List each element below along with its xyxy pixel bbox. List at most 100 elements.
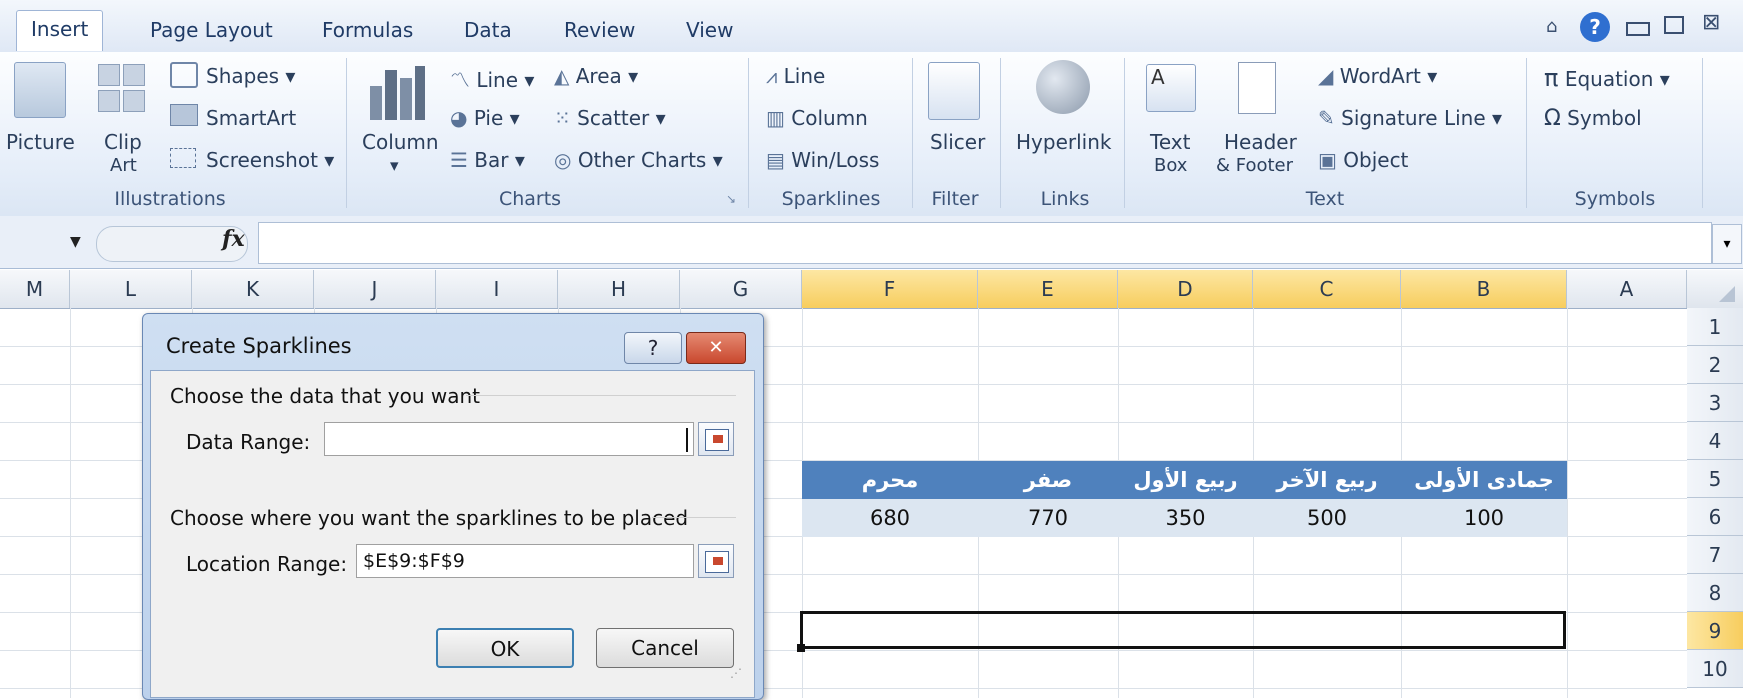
- data-range-input[interactable]: [324, 422, 694, 456]
- smartart-button[interactable]: SmartArt: [206, 106, 296, 130]
- wordart-button[interactable]: ◢ WordArt ▾: [1318, 64, 1437, 88]
- column-header-b[interactable]: B: [1401, 270, 1567, 308]
- column-header-i[interactable]: I: [436, 270, 558, 308]
- text-caret: [686, 428, 688, 452]
- cancel-button[interactable]: Cancel: [596, 628, 734, 668]
- dialog-launcher-icon[interactable]: ↘: [726, 192, 736, 206]
- header-footer-button[interactable]: Header: [1224, 130, 1297, 154]
- tab-view[interactable]: View: [672, 12, 747, 48]
- signature-line-button[interactable]: ✎ Signature Line ▾: [1318, 106, 1502, 130]
- section-location-heading: Choose where you want the sparklines to …: [170, 506, 689, 530]
- expand-formula-bar-icon[interactable]: ▾: [1712, 224, 1742, 264]
- row-header[interactable]: 1: [1687, 308, 1743, 346]
- minimize-ribbon-icon[interactable]: ⌂: [1546, 16, 1557, 37]
- column-header-g[interactable]: G: [680, 270, 802, 308]
- sparkline-line-button[interactable]: ⩘ Line: [766, 64, 825, 88]
- equation-button[interactable]: π Equation ▾: [1544, 64, 1670, 92]
- scatter-chart-button[interactable]: ⁙ Scatter ▾: [554, 106, 666, 130]
- row-header-selected[interactable]: 9: [1687, 612, 1743, 650]
- text-box-button[interactable]: Text: [1150, 130, 1190, 154]
- group-separator: [1526, 58, 1527, 208]
- object-button[interactable]: ▣ Object: [1318, 148, 1408, 172]
- row-header[interactable]: 2: [1687, 346, 1743, 384]
- resize-grip-icon[interactable]: ⋰: [730, 666, 742, 680]
- tab-formulas[interactable]: Formulas: [308, 12, 427, 48]
- column-header-c[interactable]: C: [1253, 270, 1401, 308]
- table-data-cell[interactable]: 770: [978, 499, 1118, 537]
- ok-button[interactable]: OK: [436, 628, 574, 668]
- row-header[interactable]: 4: [1687, 422, 1743, 460]
- column-header-f[interactable]: F: [802, 270, 978, 308]
- smartart-icon: [170, 104, 198, 126]
- column-dropdown-icon[interactable]: ▾: [390, 156, 399, 176]
- tab-review[interactable]: Review: [550, 12, 649, 48]
- text-group-label: Text: [1305, 188, 1345, 210]
- row-header[interactable]: 7: [1687, 536, 1743, 574]
- row-header[interactable]: 8: [1687, 574, 1743, 612]
- illustrations-group-label: Illustrations: [114, 188, 226, 210]
- clip-art-label-2: Art: [110, 155, 137, 176]
- range-picker-icon[interactable]: [698, 544, 734, 578]
- table-header-cell[interactable]: ربيع الآخر: [1253, 461, 1401, 499]
- column-header-l[interactable]: L: [70, 270, 192, 308]
- sparkline-winloss-button[interactable]: ▤ Win/Loss: [766, 148, 879, 172]
- bar-chart-button[interactable]: ☰ Bar ▾: [450, 148, 525, 172]
- column-header-d[interactable]: D: [1118, 270, 1253, 308]
- minimize-icon[interactable]: [1626, 22, 1650, 36]
- shapes-icon: [170, 62, 198, 88]
- picture-button[interactable]: Picture: [6, 130, 75, 154]
- table-data-cell[interactable]: 680: [802, 499, 978, 537]
- column-header-h[interactable]: H: [558, 270, 680, 308]
- other-charts-button[interactable]: ◎ Other Charts ▾: [554, 148, 723, 172]
- symbol-button[interactable]: Ω Symbol: [1544, 106, 1642, 131]
- shapes-button[interactable]: Shapes ▾: [206, 64, 295, 88]
- restore-icon[interactable]: [1664, 16, 1684, 34]
- fill-handle[interactable]: [797, 644, 805, 652]
- clip-art-button[interactable]: Clip: [104, 130, 142, 154]
- table-data-cell[interactable]: 350: [1118, 499, 1253, 537]
- table-header-cell[interactable]: محرم: [802, 461, 978, 499]
- hyperlink-button[interactable]: Hyperlink: [1016, 130, 1111, 154]
- sparkline-column-button[interactable]: ▥ Column: [766, 106, 868, 130]
- table-data-cell[interactable]: 500: [1253, 499, 1401, 537]
- slicer-button[interactable]: Slicer: [930, 130, 985, 154]
- tab-insert[interactable]: Insert: [16, 10, 104, 51]
- area-chart-button[interactable]: ◭ Area ▾: [554, 64, 638, 88]
- formula-input[interactable]: [258, 222, 1712, 264]
- table-header-cell[interactable]: صفر: [978, 461, 1118, 499]
- select-all-corner[interactable]: [1687, 270, 1743, 308]
- row-header[interactable]: 10: [1687, 650, 1743, 688]
- section-divider: [652, 517, 736, 518]
- group-separator: [1124, 58, 1125, 208]
- column-chart-button[interactable]: Column: [362, 130, 439, 154]
- name-box-dropdown-icon[interactable]: ▼: [70, 234, 81, 250]
- screenshot-button[interactable]: Screenshot ▾: [206, 148, 334, 172]
- column-header-j[interactable]: J: [314, 270, 436, 308]
- column-header-k[interactable]: K: [192, 270, 314, 308]
- insert-function-icon[interactable]: fx: [222, 226, 245, 252]
- row-header[interactable]: 3: [1687, 384, 1743, 422]
- tab-data[interactable]: Data: [450, 12, 526, 48]
- row-header[interactable]: 5: [1687, 460, 1743, 498]
- help-icon[interactable]: ?: [1580, 12, 1610, 42]
- grid-line: [70, 308, 71, 698]
- range-picker-icon[interactable]: [698, 422, 734, 456]
- table-header-cell[interactable]: ربيع الأول: [1118, 461, 1253, 499]
- header-footer-icon: [1238, 62, 1276, 114]
- hyperlink-globe-icon: [1036, 60, 1090, 114]
- column-header-e[interactable]: E: [978, 270, 1118, 308]
- row-header[interactable]: 6: [1687, 498, 1743, 536]
- table-header-cell[interactable]: جمادى الأولى: [1401, 461, 1567, 499]
- dialog-close-button[interactable]: ✕: [686, 332, 746, 364]
- close-window-icon[interactable]: ⊠: [1702, 10, 1720, 35]
- pie-chart-button[interactable]: ◕ Pie ▾: [450, 106, 520, 130]
- line-chart-button[interactable]: 〽 Line ▾: [450, 64, 534, 93]
- location-range-input[interactable]: $E$9:$F$9: [356, 544, 694, 578]
- table-data-cell[interactable]: 100: [1401, 499, 1567, 537]
- tab-page-layout[interactable]: Page Layout: [136, 12, 287, 48]
- charts-group-label: Charts: [498, 188, 562, 210]
- column-header-a[interactable]: A: [1567, 270, 1687, 308]
- column-header-m[interactable]: M: [0, 270, 70, 308]
- dialog-help-button[interactable]: ?: [624, 332, 682, 364]
- selected-range[interactable]: [800, 611, 1566, 649]
